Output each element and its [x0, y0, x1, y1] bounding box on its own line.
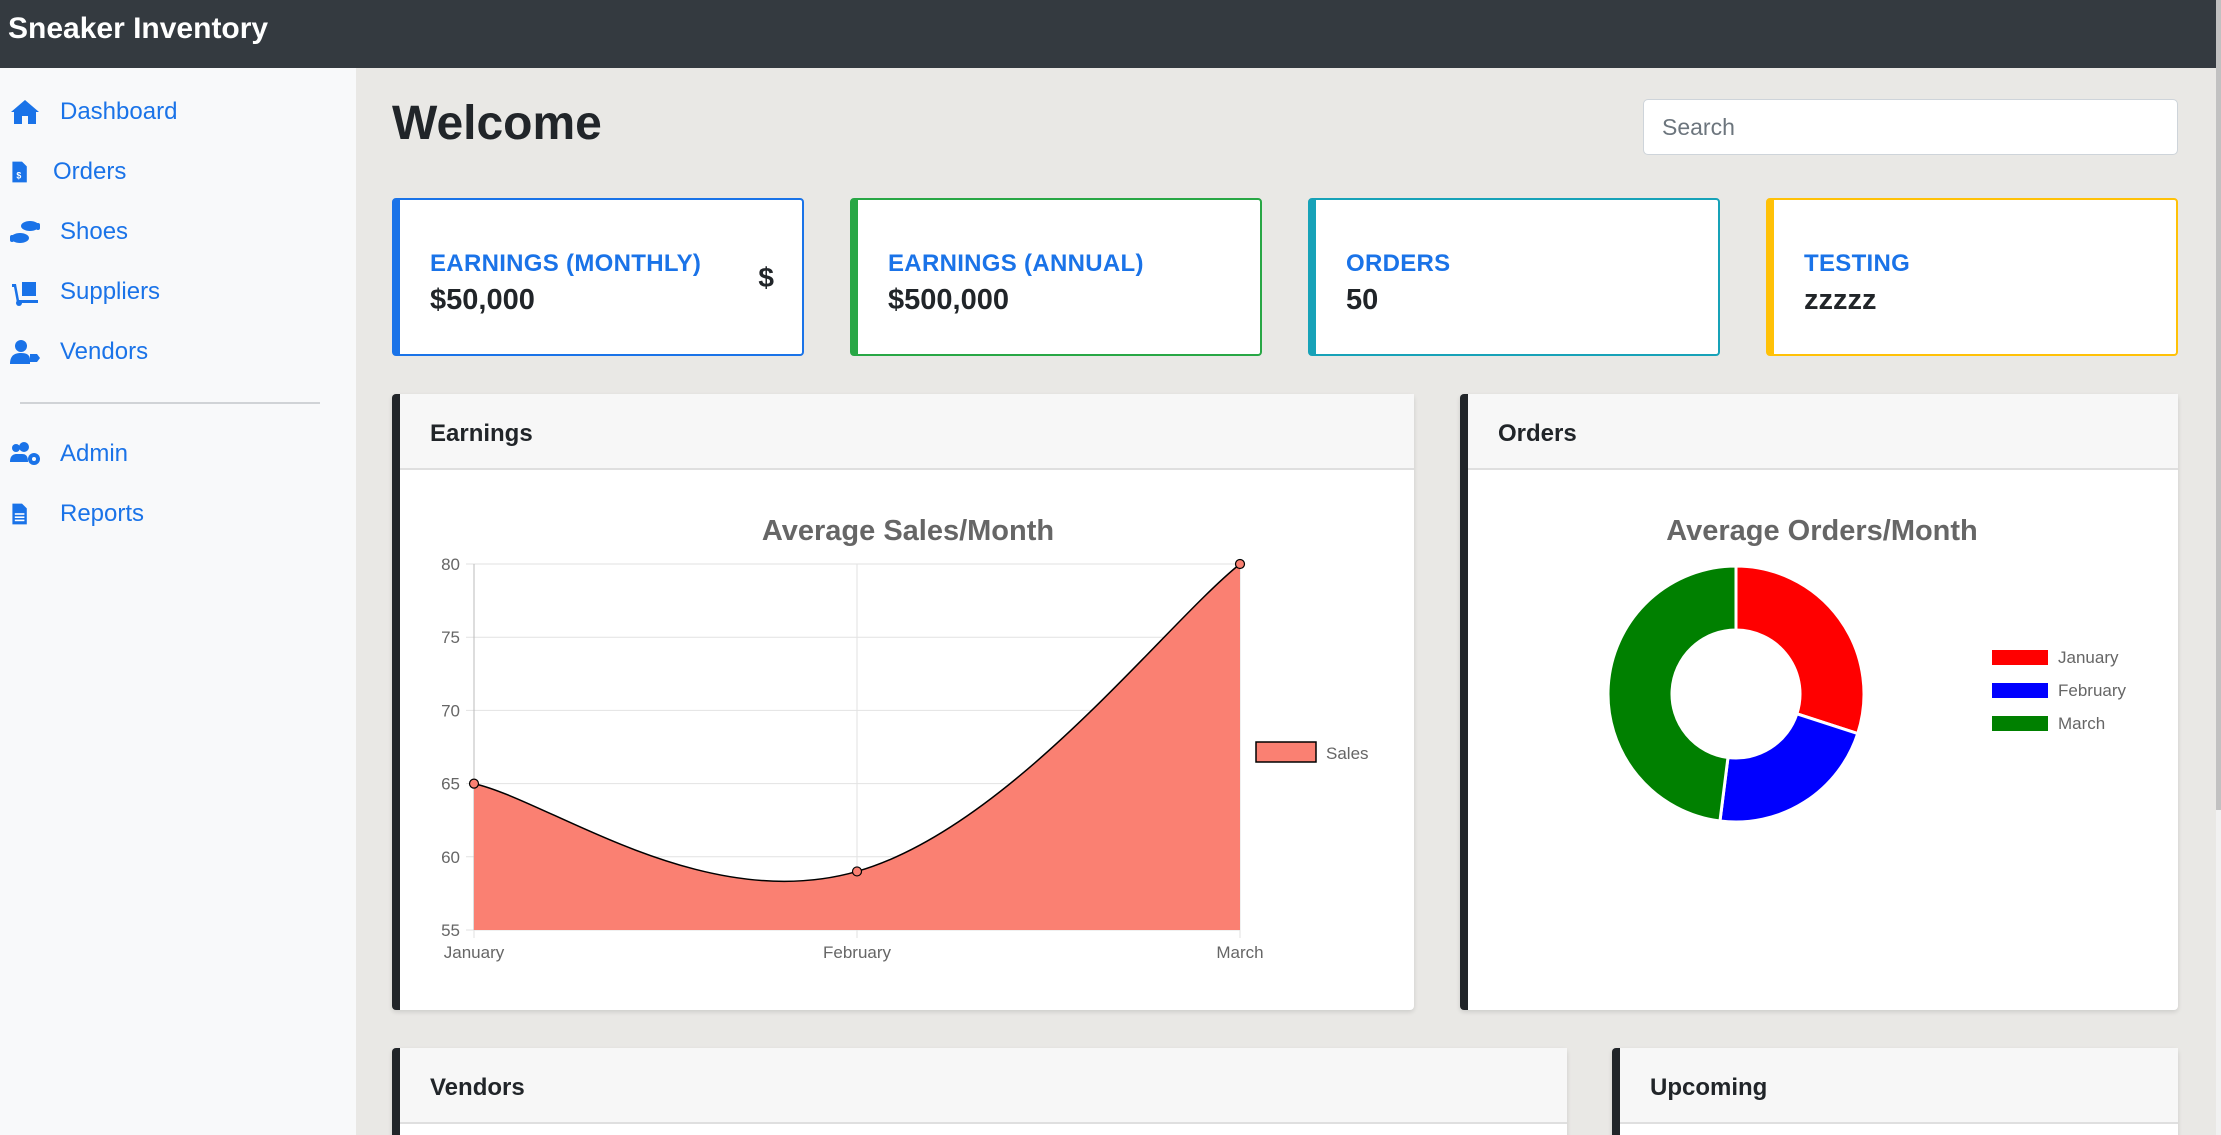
panel-title: Orders	[1468, 394, 2178, 470]
card-title: EARNINGS (ANNUAL)	[888, 250, 1144, 277]
card-value: $500,000	[888, 284, 1009, 316]
dollar-icon: $	[758, 262, 774, 293]
app-title-bar: Sneaker Inventory	[0, 0, 2216, 68]
app-title: Sneaker Inventory	[8, 12, 269, 45]
sidebar-item-label: Admin	[60, 440, 129, 467]
sidebar-item-label: Reports	[60, 500, 145, 527]
sidebar-divider	[20, 402, 320, 404]
y-tick-label: 70	[441, 701, 460, 720]
panel-title: Vendors	[400, 1048, 1567, 1124]
sidebar-item-label: Suppliers	[60, 278, 161, 305]
legend-label: February	[2058, 681, 2127, 700]
legend-swatch	[1255, 741, 1317, 763]
legend-label: January	[2058, 648, 2119, 667]
search-input[interactable]	[1643, 99, 2178, 155]
legend-swatch	[1992, 683, 2048, 698]
doughnut-slice	[1606, 564, 1738, 823]
home-icon	[10, 97, 50, 127]
sidebar-item-label: Vendors	[60, 338, 149, 365]
x-tick-label: February	[823, 943, 892, 962]
panel-title: Upcoming	[1620, 1048, 2178, 1124]
chart-title: Average Orders/Month	[1666, 515, 1978, 547]
sidebar: Dashboard $ Orders Shoes Suppliers Vendo…	[0, 68, 356, 1135]
page-scrollbar[interactable]	[2216, 0, 2221, 1135]
legend-label: March	[2058, 714, 2105, 733]
orders-panel: Orders Average Orders/Month January Februa…	[1460, 394, 2178, 1010]
card-earnings-annual: EARNINGS (ANNUAL) $500,000	[850, 198, 1262, 356]
chart-title: Average Sales/Month	[762, 515, 1054, 547]
y-tick-label: 75	[441, 628, 460, 647]
sidebar-item-label: Orders	[53, 158, 127, 185]
users-cog-icon	[10, 439, 50, 469]
legend-swatch	[1992, 716, 2048, 731]
file-icon	[10, 499, 50, 529]
y-tick-label: 80	[441, 555, 460, 574]
data-point	[1234, 558, 1246, 570]
data-point	[468, 778, 480, 789]
card-title: TESTING	[1804, 250, 1911, 277]
sidebar-item-label: Shoes	[60, 218, 129, 245]
earnings-area-chart: Average Sales/Month 80 75 70 65 60 55 January Fe…	[441, 515, 1369, 962]
sidebar-item-dashboard[interactable]: Dashboard	[0, 82, 356, 142]
card-earnings-monthly: EARNINGS (MONTHLY) $50,000 $	[392, 198, 804, 356]
sidebar-item-reports[interactable]: Reports	[0, 484, 356, 544]
earnings-panel: Earnings Average Sales/Month 80 75 70 65 60 55…	[392, 394, 1414, 1010]
card-testing: TESTING zzzzz	[1766, 198, 2178, 356]
sidebar-item-orders[interactable]: $ Orders	[0, 142, 356, 202]
card-value: 50	[1346, 284, 1379, 316]
sidebar-item-label: Dashboard	[60, 98, 178, 125]
doughnut-slice	[1734, 564, 1866, 736]
invoice-icon: $	[10, 157, 50, 187]
y-tick-label: 55	[441, 921, 460, 940]
y-tick-label: 60	[441, 848, 460, 867]
page-title: Welcome	[392, 97, 602, 150]
doughnut-slice	[1718, 711, 1860, 824]
x-tick-label: March	[1216, 943, 1263, 962]
card-title: ORDERS	[1346, 250, 1451, 277]
sidebar-item-shoes[interactable]: Shoes	[0, 202, 356, 262]
legend-label: Sales	[1326, 744, 1369, 763]
shoe-prints-icon	[10, 217, 50, 247]
legend-swatch	[1992, 650, 2048, 665]
svg-text:$: $	[16, 170, 21, 180]
vendors-panel: Vendors	[392, 1048, 1567, 1135]
sidebar-item-admin[interactable]: Admin	[0, 424, 356, 484]
upcoming-panel: Upcoming	[1612, 1048, 2178, 1135]
panel-title: Earnings	[400, 394, 1414, 470]
orders-doughnut-chart: Average Orders/Month January February March	[1606, 515, 2127, 824]
card-orders: ORDERS 50	[1308, 198, 1720, 356]
card-value: zzzzz	[1804, 284, 1877, 316]
x-tick-label: January	[444, 943, 505, 962]
sidebar-item-vendors[interactable]: Vendors	[0, 322, 356, 382]
dolly-icon	[10, 277, 50, 307]
card-title: EARNINGS (MONTHLY)	[430, 250, 702, 277]
scrollbar-thumb[interactable]	[2216, 0, 2221, 810]
card-value: $50,000	[430, 284, 535, 316]
data-point	[851, 866, 863, 877]
sidebar-item-suppliers[interactable]: Suppliers	[0, 262, 356, 322]
user-tag-icon	[10, 337, 50, 367]
y-tick-label: 65	[441, 775, 460, 794]
